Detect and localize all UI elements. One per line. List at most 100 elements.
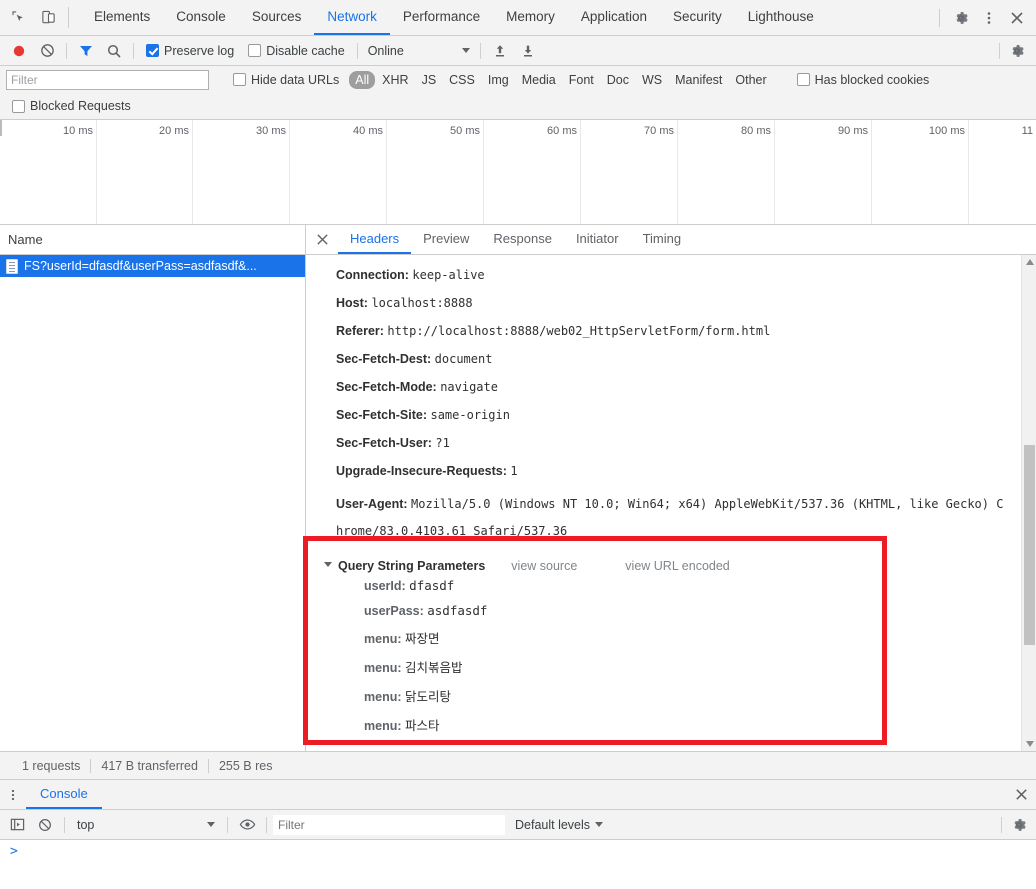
hide-data-urls-checkbox[interactable]: Hide data URLs — [227, 73, 345, 87]
tab-initiator[interactable]: Initiator — [564, 225, 631, 254]
query-param-value: 파스타 — [404, 718, 440, 733]
network-split-view: Name FS?userId=dfasdf&userPass=asdfasdf&… — [0, 225, 1036, 751]
console-drawer: Console top Defau — [0, 779, 1036, 889]
clear-icon[interactable] — [34, 38, 60, 64]
blocked-requests-checkbox[interactable]: Blocked Requests — [6, 99, 137, 113]
tab-network[interactable]: Network — [314, 0, 390, 35]
request-detail-pane: Headers Preview Response Initiator Timin… — [306, 225, 1036, 751]
header-value: same-origin — [430, 408, 510, 422]
toolbar-divider — [999, 42, 1000, 59]
scrollbar-thumb[interactable] — [1024, 445, 1035, 645]
request-list-header[interactable]: Name — [0, 225, 305, 255]
close-icon[interactable] — [306, 225, 338, 254]
console-context-select[interactable]: top — [71, 818, 221, 832]
device-toolbar-icon[interactable] — [38, 8, 58, 28]
tab-security[interactable]: Security — [660, 0, 735, 35]
filter-type-img[interactable]: Img — [482, 71, 515, 89]
search-icon[interactable] — [101, 38, 127, 64]
toolbar-divider — [133, 42, 134, 59]
inspect-element-icon[interactable] — [8, 8, 28, 28]
tab-response[interactable]: Response — [481, 225, 564, 254]
status-resources: 255 B res — [218, 758, 273, 773]
drawer-tab-console[interactable]: Console — [26, 780, 102, 809]
filter-bar: Hide data URLs All XHR JS CSS Img Media … — [0, 66, 1036, 93]
network-timeline-overview[interactable]: 10 ms 20 ms 30 ms 40 ms 50 ms 60 ms 70 m… — [0, 120, 1036, 225]
tick-label: 90 ms — [838, 125, 868, 137]
filter-type-ws[interactable]: WS — [636, 71, 668, 89]
header-value: ?1 — [435, 436, 450, 450]
eye-icon[interactable] — [234, 812, 260, 838]
header-row: Connection: keep-alive — [306, 261, 1018, 289]
filter-input[interactable] — [6, 69, 209, 90]
view-url-encoded-link[interactable]: view URL encoded — [625, 559, 729, 573]
filter-type-manifest[interactable]: Manifest — [669, 71, 728, 89]
tab-application[interactable]: Application — [568, 0, 660, 35]
filter-type-all[interactable]: All — [349, 70, 376, 89]
query-param-value: asdfasdf — [427, 603, 488, 618]
inspect-toolbar — [0, 0, 64, 35]
tab-label: Console — [176, 9, 226, 24]
clear-console-icon[interactable] — [32, 812, 58, 838]
tab-preview[interactable]: Preview — [411, 225, 481, 254]
console-sidebar-icon[interactable] — [4, 812, 30, 838]
tab-label: Console — [40, 786, 88, 801]
more-vertical-icon[interactable] — [0, 780, 26, 809]
disable-cache-checkbox[interactable]: Disable cache — [242, 44, 351, 58]
hide-data-urls-label: Hide data URLs — [251, 72, 340, 87]
close-icon[interactable] — [1004, 5, 1030, 31]
throttling-select[interactable]: Online — [364, 44, 474, 58]
has-blocked-cookies-checkbox[interactable]: Has blocked cookies — [791, 73, 936, 87]
filter-type-doc[interactable]: Doc — [601, 71, 635, 89]
query-param-row: menu: 짜장면 — [324, 623, 1026, 652]
table-row[interactable]: FS?userId=dfasdf&userPass=asdfasdf&... — [0, 255, 305, 277]
gear-icon[interactable] — [1006, 812, 1032, 838]
filter-type-other[interactable]: Other — [729, 71, 772, 89]
query-string-header[interactable]: Query String Parameters view source view… — [324, 559, 1026, 573]
scroll-up-arrow-icon[interactable] — [1022, 255, 1036, 269]
tab-memory[interactable]: Memory — [493, 0, 568, 35]
filter-funnel-icon[interactable] — [73, 38, 99, 64]
preserve-log-checkbox[interactable]: Preserve log — [140, 44, 240, 58]
query-param-row: menu: 파스타 — [324, 710, 1026, 739]
filter-type-font[interactable]: Font — [563, 71, 600, 89]
toolbar-divider — [479, 42, 481, 59]
console-message-area[interactable]: > — [0, 840, 1036, 889]
header-name: Sec-Fetch-User: — [336, 436, 432, 450]
tick-label: 30 ms — [256, 125, 286, 137]
export-har-icon[interactable] — [515, 38, 541, 64]
scroll-down-arrow-icon[interactable] — [1022, 737, 1036, 751]
console-filter-input[interactable] — [273, 814, 505, 835]
tab-label: Application — [580, 9, 647, 24]
gear-icon[interactable] — [948, 5, 974, 31]
resource-type-filters: All XHR JS CSS Img Media Font Doc WS Man… — [349, 70, 772, 89]
chevron-down-icon[interactable] — [324, 561, 332, 571]
tab-headers[interactable]: Headers — [338, 225, 412, 254]
tab-sources[interactable]: Sources — [239, 0, 315, 35]
close-icon[interactable] — [1006, 780, 1036, 809]
header-row: Sec-Fetch-Dest: document — [306, 345, 1018, 373]
detail-vertical-scrollbar[interactable] — [1021, 255, 1036, 751]
import-har-icon[interactable] — [487, 38, 513, 64]
view-source-link[interactable]: view source — [511, 559, 577, 573]
filter-type-css[interactable]: CSS — [443, 71, 481, 89]
more-vertical-icon[interactable] — [976, 5, 1002, 31]
tab-console[interactable]: Console — [163, 0, 239, 35]
header-value: document — [434, 352, 493, 366]
toolbar-divider — [1001, 816, 1002, 833]
tab-elements[interactable]: Elements — [81, 0, 163, 35]
filter-type-media[interactable]: Media — [516, 71, 562, 89]
devtools-window: Elements Console Sources Network Perform… — [0, 0, 1036, 889]
query-param-value: 짜장면 — [404, 631, 440, 646]
filter-type-js[interactable]: JS — [416, 71, 443, 89]
tab-label: Initiator — [575, 231, 619, 246]
record-icon[interactable] — [6, 38, 32, 64]
filter-type-xhr[interactable]: XHR — [376, 71, 414, 89]
console-levels-select[interactable]: Default levels — [507, 818, 611, 832]
tab-timing[interactable]: Timing — [631, 225, 694, 254]
gear-icon[interactable] — [1004, 38, 1030, 64]
tab-lighthouse[interactable]: Lighthouse — [735, 0, 827, 35]
filter-bar-secondary: Blocked Requests — [0, 93, 1036, 120]
tab-performance[interactable]: Performance — [390, 0, 493, 35]
tab-label: Lighthouse — [747, 9, 814, 24]
checkbox-box — [146, 44, 159, 57]
